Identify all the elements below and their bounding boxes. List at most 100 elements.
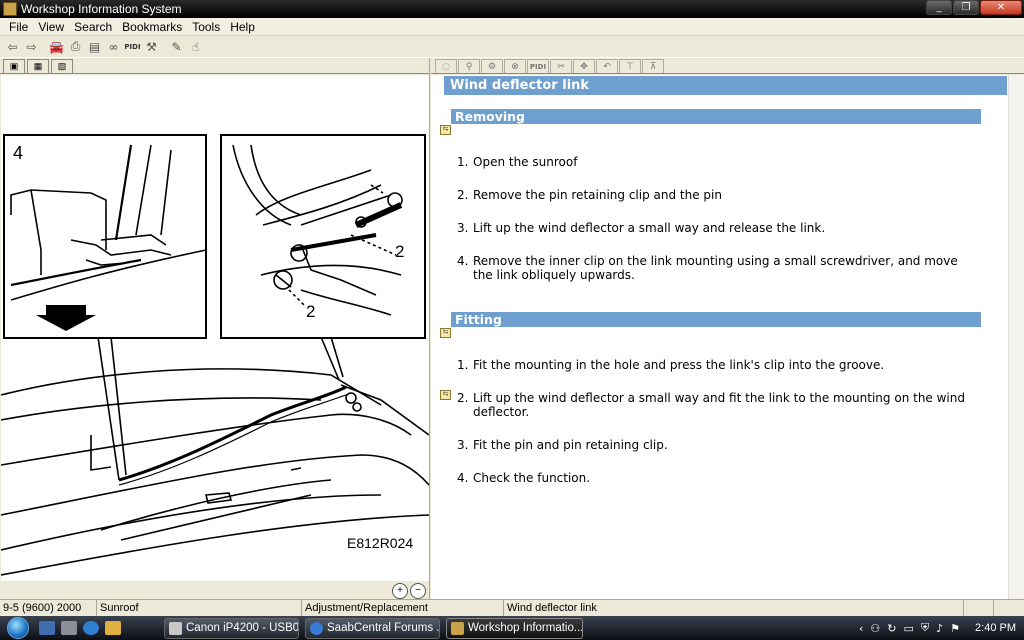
volume-icon[interactable]: ♪ <box>936 622 943 635</box>
menu-file[interactable]: File <box>4 20 33 34</box>
menu-tools[interactable]: Tools <box>187 20 225 34</box>
app-icon <box>3 2 17 16</box>
taskbar-item-printer[interactable]: Canon iP4200 - USB0... <box>164 617 299 639</box>
fitting-steps: 1. Fit the mounting in the hole and press… <box>457 358 977 504</box>
vertical-scrollbar[interactable] <box>1008 75 1024 599</box>
section-heading-fitting: Fitting <box>451 312 981 327</box>
detail-label-left: 4 <box>13 143 23 163</box>
back-arrow-icon[interactable]: ⇦ <box>3 38 22 56</box>
right-tab-bar: ◌ ⚲ ⚙ ⊗ PIDI ✂ ✥ ↶ ⊤ ⊼ <box>431 58 1024 74</box>
list-item: 2. Remove the pin retaining clip and the … <box>457 188 722 202</box>
wrench-icon[interactable]: ⚒ <box>142 38 161 56</box>
hand-icon[interactable]: ☝ <box>186 38 205 56</box>
zoom-controls: + − <box>392 583 426 599</box>
pencil-icon[interactable]: ✎ <box>167 38 186 56</box>
toolbar: ⇦ ⇨ 🚘 ⎙ ▤ ∞ PIDI ⚒ ✎ ☝ <box>0 36 1024 58</box>
menu-help[interactable]: Help <box>225 20 260 34</box>
tab-undo-icon[interactable]: ↶ <box>596 59 618 73</box>
status-extra <box>964 600 994 616</box>
list-item: 1. Open the sunroof <box>457 155 578 169</box>
notes-icon[interactable]: ▤ <box>85 38 104 56</box>
status-extra <box>994 600 1024 616</box>
tab-cut-icon[interactable]: ✂ <box>550 59 572 73</box>
connection-icon[interactable]: ⚑ <box>950 622 960 635</box>
status-topic: Wind deflector link <box>504 600 964 616</box>
status-bar: 9-5 (9600) 2000 Sunroof Adjustment/Repla… <box>0 599 1024 616</box>
menu-view[interactable]: View <box>33 20 69 34</box>
car-icon[interactable]: 🚘 <box>47 38 66 56</box>
printer-icon <box>169 621 182 635</box>
clock[interactable]: 2:40 PM <box>975 622 1016 634</box>
start-button[interactable] <box>0 616 36 640</box>
tab-funnel-icon[interactable]: ⊼ <box>642 59 664 73</box>
windows-logo-icon <box>7 617 29 639</box>
list-item: 4. Remove the inner clip on the link moun… <box>457 254 958 282</box>
taskbar-item-browser[interactable]: SaabCentral Forums ... <box>305 617 440 639</box>
status-operation: Adjustment/Replacement <box>302 600 504 616</box>
chevron-left-icon[interactable]: ‹ <box>859 622 863 635</box>
update-icon[interactable]: ↻ <box>887 622 896 635</box>
zoom-out-icon[interactable]: − <box>410 583 426 599</box>
list-item: 3. Fit the pin and pin retaining clip. <box>457 438 668 452</box>
illustration-pane: ▣ ▦ ▧ 4 2 2 E812R024 + − <box>0 58 430 599</box>
print-icon[interactable]: ⎙ <box>66 38 85 56</box>
close-button[interactable]: ✕ <box>980 0 1022 15</box>
zoom-in-icon[interactable]: + <box>392 583 408 599</box>
status-model: 9-5 (9600) 2000 <box>0 600 97 616</box>
section-link-icon[interactable]: ⇆ <box>440 125 451 135</box>
minimize-button[interactable]: _ <box>926 0 952 15</box>
tab-list[interactable]: ▦ <box>27 59 49 73</box>
sunroof-diagram: 4 2 2 E812R024 <box>0 134 430 576</box>
system-tray: ‹ ⚇ ↻ ▭ ⛨ ♪ ⚑ 2:40 PM <box>859 616 1024 640</box>
title-bar: Workshop Information System _ ❐ ✕ <box>0 0 1024 18</box>
display-icon[interactable]: ▭ <box>903 622 913 635</box>
technical-illustration: 4 2 2 E812R024 <box>0 75 430 581</box>
window-title: Workshop Information System <box>21 2 182 16</box>
tab-illustration[interactable]: ▣ <box>3 59 25 73</box>
app-window: Workshop Information System _ ❐ ✕ File V… <box>0 0 1024 616</box>
tab-component-icon[interactable]: ⊗ <box>504 59 526 73</box>
menu-bar: File View Search Bookmarks Tools Help <box>0 18 1024 36</box>
tab-image[interactable]: ▧ <box>51 59 73 73</box>
taskbar: Canon iP4200 - USB0... SaabCentral Forum… <box>0 616 1024 640</box>
restore-button[interactable]: ❐ <box>953 0 979 15</box>
detail-box-right <box>220 134 426 339</box>
step-link-icon[interactable]: ⇆ <box>440 390 451 400</box>
internet-explorer-icon[interactable] <box>83 621 99 635</box>
section-link-icon[interactable]: ⇆ <box>440 328 451 338</box>
menu-search[interactable]: Search <box>69 20 117 34</box>
section-heading-removing: Removing <box>451 109 981 124</box>
tab-top-icon[interactable]: ⊤ <box>619 59 641 73</box>
illustration-code: E812R024 <box>347 535 413 551</box>
list-item: 2. Lift up the wind deflector a small way… <box>457 391 965 419</box>
pi-icon[interactable]: PIDI <box>123 38 142 56</box>
internet-explorer-icon <box>310 621 323 635</box>
tab-pi-icon[interactable]: PIDI <box>527 59 549 73</box>
forward-arrow-icon[interactable]: ⇨ <box>22 38 41 56</box>
taskbar-item-workshop[interactable]: Workshop Informatio... <box>446 617 583 639</box>
folder-icon[interactable] <box>105 621 121 635</box>
detail-box-left <box>3 134 207 339</box>
tab-gear-icon[interactable]: ⚙ <box>481 59 503 73</box>
show-desktop-icon[interactable] <box>39 621 55 635</box>
tab-spark-icon[interactable]: ◌ <box>435 59 457 73</box>
security-icon[interactable]: ⛨ <box>921 621 929 635</box>
status-section: Sunroof <box>97 600 302 616</box>
tab-move-icon[interactable]: ✥ <box>573 59 595 73</box>
tab-tool-icon[interactable]: ⚲ <box>458 59 480 73</box>
network-icon[interactable]: ⚇ <box>870 622 880 635</box>
callout-number: 2 <box>306 302 315 321</box>
document-content: Wind deflector link ⇆ Removing 1. Open th… <box>431 75 1008 599</box>
list-item: 1. Fit the mounting in the hole and press… <box>457 358 885 372</box>
list-item: 4. Check the function. <box>457 471 591 485</box>
binoculars-icon[interactable]: ∞ <box>104 38 123 56</box>
list-item: 3. Lift up the wind deflector a small way… <box>457 221 826 235</box>
removing-steps: 1. Open the sunroof 2. Remove the pin reta… <box>457 155 977 301</box>
document-title: Wind deflector link <box>444 76 1007 95</box>
document-pane: ◌ ⚲ ⚙ ⊗ PIDI ✂ ✥ ↶ ⊤ ⊼ Wind deflector li… <box>431 58 1024 599</box>
app-icon <box>451 621 464 635</box>
callout-number: 2 <box>395 242 404 261</box>
menu-bookmarks[interactable]: Bookmarks <box>117 20 187 34</box>
left-tab-bar: ▣ ▦ ▧ <box>0 58 429 74</box>
switch-windows-icon[interactable] <box>61 621 77 635</box>
